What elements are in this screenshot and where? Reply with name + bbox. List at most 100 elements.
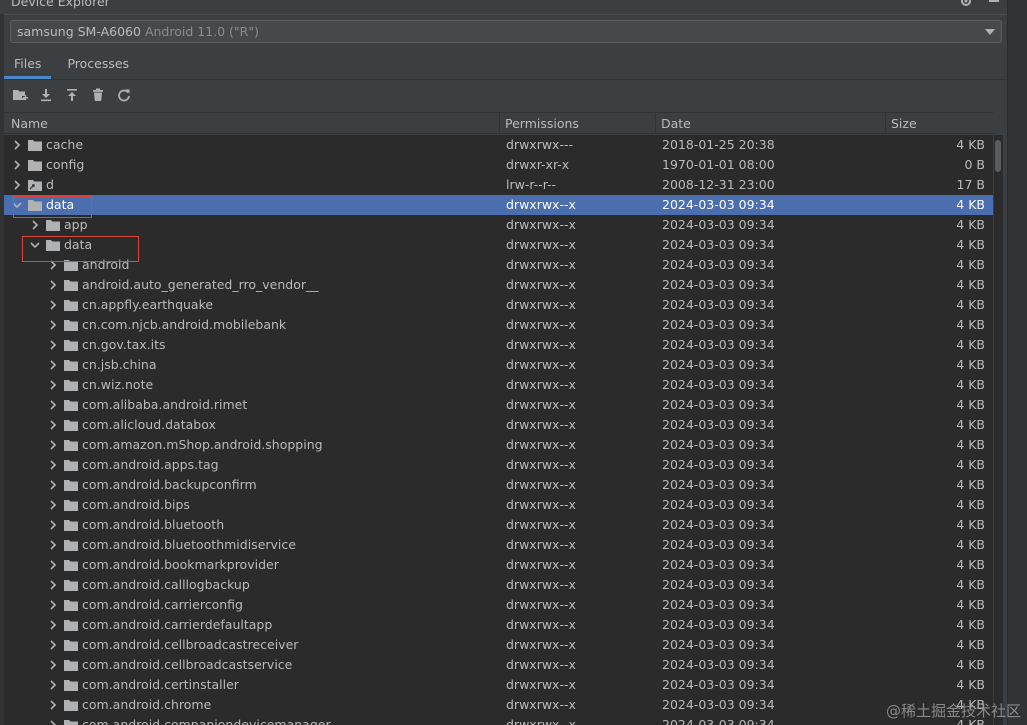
chevron-right-icon[interactable] <box>48 379 58 391</box>
chevron-down-icon[interactable] <box>30 239 40 251</box>
chevron-right-icon[interactable] <box>48 319 58 331</box>
file-date: 2024-03-03 09:34 <box>662 497 775 512</box>
tree-row[interactable]: android.auto_generated_rro_vendor__ drwxr… <box>4 275 993 295</box>
vertical-scrollbar[interactable] <box>994 135 1003 725</box>
file-size: 4 KB <box>956 617 985 632</box>
device-dropdown[interactable]: samsung SM-A6060 Android 11.0 ("R") <box>10 20 1002 43</box>
file-name: cn.wiz.note <box>82 377 154 392</box>
chevron-right-icon[interactable] <box>48 459 58 471</box>
chevron-right-icon[interactable] <box>12 179 22 191</box>
tree-row[interactable]: com.android.cellbroadcastreceiver drwxrwx… <box>4 635 993 655</box>
file-date: 2024-03-03 09:34 <box>662 457 775 472</box>
chevron-right-icon[interactable] <box>48 259 58 271</box>
upload-icon[interactable] <box>62 85 82 105</box>
file-name: config <box>46 157 85 172</box>
file-name: com.android.backupconfirm <box>82 477 257 492</box>
chevron-right-icon[interactable] <box>48 499 58 511</box>
panel-titlebar: Device Explorer <box>0 0 1007 15</box>
tree-row[interactable]: cn.appfly.earthquake drwxrwx--x 2024-03-03… <box>4 295 993 315</box>
tree-row[interactable]: cn.com.njcb.android.mobilebank drwxrwx--x… <box>4 315 993 335</box>
column-divider[interactable] <box>885 113 886 134</box>
chevron-right-icon[interactable] <box>48 619 58 631</box>
tree-row[interactable]: com.android.cellbroadcastservice drwxrwx-… <box>4 655 993 675</box>
tree-row[interactable]: cn.jsb.china drwxrwx--x 2024-03-03 09:34 4 … <box>4 355 993 375</box>
chevron-right-icon[interactable] <box>12 139 22 151</box>
file-date: 2024-03-03 09:34 <box>662 617 775 632</box>
column-header-date[interactable]: Date <box>661 116 691 131</box>
column-header-name[interactable]: Name <box>11 116 48 131</box>
file-name: com.android.bluetoothmidiservice <box>82 537 296 552</box>
tree-row[interactable]: config drwxr-xr-x 1970-01-01 08:00 0 B <box>4 155 993 175</box>
tree-row[interactable]: com.android.companiondevicemanager drwxrw… <box>4 715 993 725</box>
folder-link-icon <box>28 179 42 191</box>
download-icon[interactable] <box>36 85 56 105</box>
tree-row[interactable]: com.android.bips drwxrwx--x 2024-03-03 09:… <box>4 495 993 515</box>
tree-row[interactable]: data drwxrwx--x 2024-03-03 09:34 4 KB <box>4 235 993 255</box>
chevron-right-icon[interactable] <box>48 559 58 571</box>
tree-row[interactable]: com.android.certinstaller drwxrwx--x 2024-… <box>4 675 993 695</box>
chevron-right-icon[interactable] <box>48 439 58 451</box>
chevron-right-icon[interactable] <box>48 479 58 491</box>
tree-row[interactable]: com.amazon.mShop.android.shopping drwxrwx… <box>4 435 993 455</box>
file-size: 4 KB <box>956 557 985 572</box>
tree-row[interactable]: com.alicloud.databox drwxrwx--x 2024-03-03… <box>4 415 993 435</box>
tree-row[interactable]: cn.gov.tax.its drwxrwx--x 2024-03-03 09:34… <box>4 335 993 355</box>
tab-processes[interactable]: Processes <box>57 53 139 76</box>
chevron-right-icon[interactable] <box>48 399 58 411</box>
minimize-icon[interactable] <box>987 0 1001 8</box>
file-permissions: drwxrwx--x <box>506 537 576 552</box>
tree-row[interactable]: cache drwxrwx--- 2018-01-25 20:38 4 KB <box>4 135 993 155</box>
chevron-right-icon[interactable] <box>48 579 58 591</box>
scrollbar-thumb[interactable] <box>995 140 1001 172</box>
chevron-right-icon[interactable] <box>48 419 58 431</box>
file-size: 4 KB <box>956 137 985 152</box>
tab-files[interactable]: Files <box>4 53 52 79</box>
file-name: d <box>46 177 54 192</box>
chevron-right-icon[interactable] <box>48 339 58 351</box>
tree-row[interactable]: data drwxrwx--x 2024-03-03 09:34 4 KB <box>4 195 993 215</box>
column-header-permissions[interactable]: Permissions <box>505 116 579 131</box>
tree-row[interactable]: com.android.calllogbackup drwxrwx--x 2024-… <box>4 575 993 595</box>
file-date: 2008-12-31 23:00 <box>662 177 775 192</box>
tree-row[interactable]: com.android.bluetoothmidiservice drwxrwx-… <box>4 535 993 555</box>
chevron-down-icon[interactable] <box>12 199 22 211</box>
chevron-right-icon[interactable] <box>48 639 58 651</box>
chevron-right-icon[interactable] <box>48 519 58 531</box>
tree-row[interactable]: com.android.backupconfirm drwxrwx--x 2024-… <box>4 475 993 495</box>
tree-row[interactable]: com.android.apps.tag drwxrwx--x 2024-03-03… <box>4 455 993 475</box>
tree-row[interactable]: cn.wiz.note drwxrwx--x 2024-03-03 09:34 4 K… <box>4 375 993 395</box>
chevron-right-icon[interactable] <box>48 599 58 611</box>
chevron-right-icon[interactable] <box>48 679 58 691</box>
tree-row[interactable]: com.android.carrierconfig drwxrwx--x 2024-… <box>4 595 993 615</box>
file-date: 2024-03-03 09:34 <box>662 597 775 612</box>
column-header-size[interactable]: Size <box>891 116 917 131</box>
file-toolbar <box>10 85 134 105</box>
tree-row[interactable]: com.android.carrierdefaultapp drwxrwx--x 2… <box>4 615 993 635</box>
chevron-right-icon[interactable] <box>48 719 58 725</box>
chevron-right-icon[interactable] <box>48 279 58 291</box>
refresh-icon[interactable] <box>114 85 134 105</box>
delete-icon[interactable] <box>88 85 108 105</box>
chevron-right-icon[interactable] <box>48 659 58 671</box>
gear-icon[interactable] <box>959 0 973 8</box>
chevron-right-icon[interactable] <box>48 299 58 311</box>
new-folder-icon[interactable] <box>10 85 30 105</box>
file-size: 4 KB <box>956 457 985 472</box>
tree-row[interactable]: d lrw-r--r-- 2008-12-31 23:00 17 B <box>4 175 993 195</box>
file-size: 4 KB <box>956 577 985 592</box>
column-divider[interactable] <box>655 113 656 134</box>
file-name: com.android.companiondevicemanager <box>82 717 331 725</box>
column-divider[interactable] <box>499 113 500 134</box>
tree-row[interactable]: com.alibaba.android.rimet drwxrwx--x 2024-… <box>4 395 993 415</box>
tree-row[interactable]: com.android.chrome drwxrwx--x 2024-03-03 0… <box>4 695 993 715</box>
chevron-right-icon[interactable] <box>48 699 58 711</box>
tree-row[interactable]: com.android.bluetooth drwxrwx--x 2024-03-0… <box>4 515 993 535</box>
chevron-right-icon[interactable] <box>12 159 22 171</box>
chevron-right-icon[interactable] <box>48 359 58 371</box>
tree-row[interactable]: android drwxrwx--x 2024-03-03 09:34 4 KB <box>4 255 993 275</box>
tree-row[interactable]: app drwxrwx--x 2024-03-03 09:34 4 KB <box>4 215 993 235</box>
chevron-right-icon[interactable] <box>30 219 40 231</box>
chevron-right-icon[interactable] <box>48 539 58 551</box>
folder-icon <box>64 319 78 331</box>
tree-row[interactable]: com.android.bookmarkprovider drwxrwx--x 20… <box>4 555 993 575</box>
